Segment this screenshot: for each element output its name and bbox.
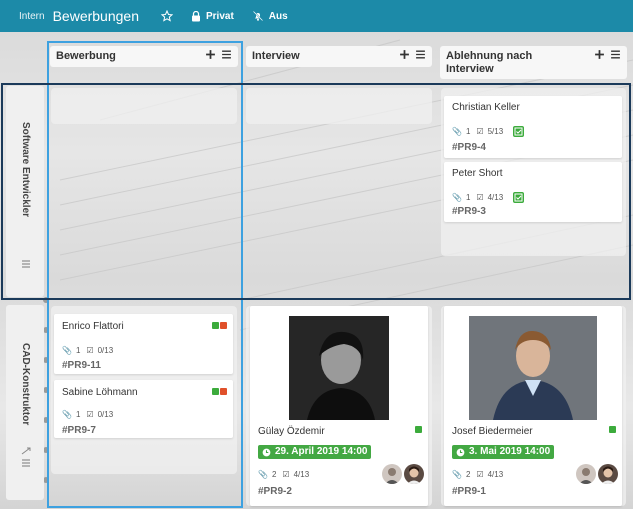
- avatar[interactable]: [576, 464, 596, 484]
- visibility-label: Privat: [205, 10, 234, 22]
- card-name: Gülay Özdemir: [258, 426, 325, 437]
- menu-icon[interactable]: [415, 49, 426, 60]
- plus-icon[interactable]: [594, 49, 605, 60]
- visibility-button[interactable]: Privat: [191, 10, 234, 22]
- clock-icon: [456, 448, 465, 456]
- notifications-label: Aus: [268, 10, 288, 22]
- column-title: Interview: [252, 50, 300, 62]
- paperclip-icon: 📎: [452, 470, 462, 479]
- avatar[interactable]: [404, 464, 424, 484]
- column-header-interview: Interview: [246, 46, 432, 67]
- checkbox-icon: ☑: [282, 470, 290, 479]
- clock-icon: [262, 448, 271, 456]
- paperclip-icon: 📎: [258, 470, 268, 479]
- notifications-button[interactable]: Aus: [252, 10, 288, 22]
- task-count: 4/13: [293, 470, 310, 479]
- lock-icon: [191, 10, 200, 21]
- attachment-count: 2: [271, 470, 277, 479]
- collapse-icon[interactable]: [21, 447, 31, 455]
- menu-icon[interactable]: [21, 458, 31, 468]
- label-marker: [415, 426, 422, 433]
- card-guelay-oezdemir[interactable]: Gülay Özdemir 29. April 2019 14:00 📎 2 ☑ 4…: [250, 306, 428, 506]
- card-josef-biedermeier[interactable]: Josef Biedermeier 3. Mai 2019 14:00 📎 2 ☑…: [444, 306, 622, 506]
- avatar[interactable]: [382, 464, 402, 484]
- card-meta: 📎 2 ☑ 4/13: [258, 470, 313, 479]
- board-scope-label: Intern: [19, 10, 45, 22]
- due-date-badge: 3. Mai 2019 14:00: [452, 445, 555, 459]
- lane-header-cad-konstruktor[interactable]: CAD-Konstruktor: [6, 305, 44, 500]
- star-icon: [160, 10, 173, 22]
- attachment-count: 2: [465, 470, 471, 479]
- candidate-photo: [469, 316, 597, 420]
- checkbox-icon: ☑: [476, 470, 484, 479]
- card-key: #PR9-1: [452, 486, 486, 497]
- lane-selection-highlight: [1, 83, 631, 300]
- favorite-button[interactable]: [160, 10, 173, 22]
- column-title: Ablehnung nach Interview: [446, 50, 533, 75]
- task-count: 4/13: [487, 470, 504, 479]
- card-meta: 📎 2 ☑ 4/13: [452, 470, 507, 479]
- due-date-text: 3. Mai 2019 14:00: [469, 446, 551, 457]
- lane-title: CAD-Konstruktor: [20, 343, 31, 426]
- menu-icon[interactable]: [610, 49, 621, 60]
- card-name: Josef Biedermeier: [452, 426, 533, 437]
- due-date-text: 29. April 2019 14:00: [275, 446, 368, 457]
- plus-icon[interactable]: [399, 49, 410, 60]
- due-date-badge: 29. April 2019 14:00: [258, 445, 372, 459]
- bell-off-icon: [252, 10, 263, 22]
- top-bar: Intern Bewerbungen Privat Aus: [0, 0, 633, 32]
- column-header-ablehnung: Ablehnung nach Interview: [440, 46, 627, 79]
- candidate-photo: [289, 316, 389, 420]
- label-marker: [609, 426, 616, 433]
- card-key: #PR9-2: [258, 486, 292, 497]
- board-title[interactable]: Bewerbungen: [53, 8, 139, 24]
- avatar[interactable]: [598, 464, 618, 484]
